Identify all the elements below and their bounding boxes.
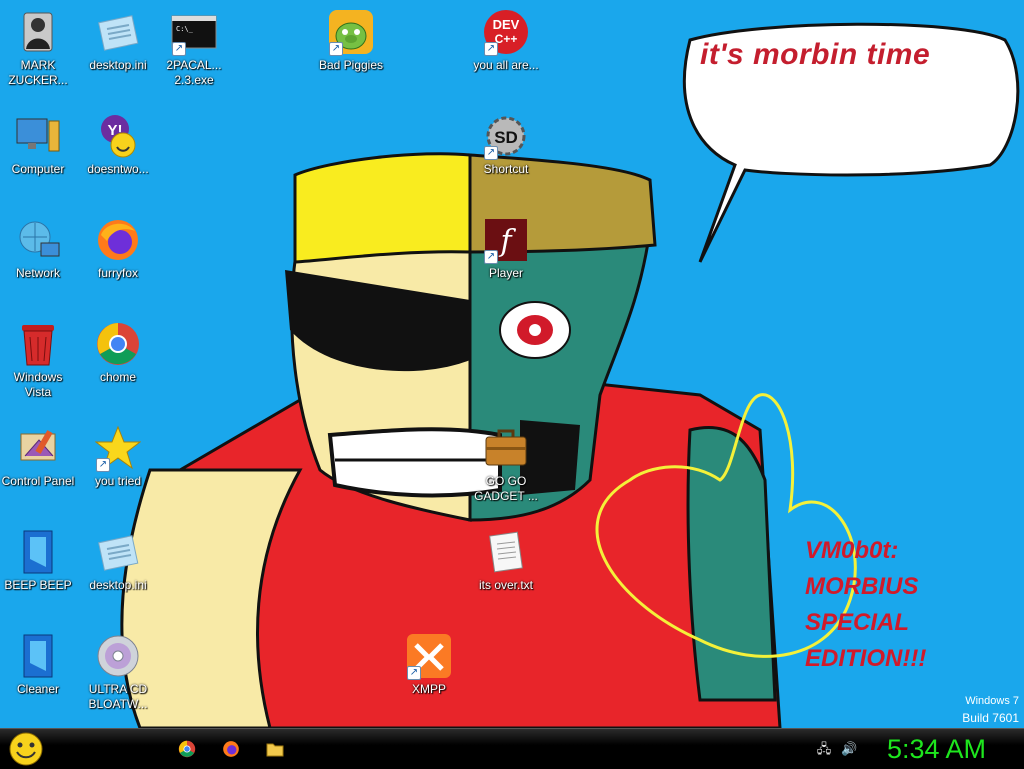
desktop-icon-mark-zucker[interactable]: MARK ZUCKER... [0, 8, 76, 88]
icon-label: chome [99, 370, 137, 384]
shortcut-arrow-icon: ↗ [407, 666, 421, 680]
taskbar-clock[interactable]: 5:34 AM [887, 733, 986, 765]
icon-label: you all are... [473, 58, 539, 72]
chrome-icon [94, 320, 142, 368]
desktop-icon-beep-beep[interactable]: BEEP BEEP [0, 528, 76, 593]
ini-file-icon [94, 8, 142, 56]
star-icon: ↗ [94, 424, 142, 472]
icon-label: you tried [94, 474, 142, 488]
taskbar: 🖧 🔊 5:34 AM [0, 728, 1024, 769]
icon-label: Windows Vista [13, 370, 63, 399]
caption-line: EDITION!!! [805, 645, 927, 672]
desktop-icon-you-tried[interactable]: ↗ you tried [80, 424, 156, 489]
icon-label: Shortcut [483, 162, 529, 176]
desktop-icon-desktop-ini-2[interactable]: desktop.ini [80, 528, 156, 593]
icon-label: MARK ZUCKER... [8, 58, 68, 87]
icon-label: Control Panel [1, 474, 75, 488]
icon-label: Computer [11, 162, 65, 176]
firefox-icon [94, 216, 142, 264]
os-name: Windows 7 [965, 695, 1019, 707]
desktop-icon-windows-vista[interactable]: Windows Vista [0, 320, 76, 400]
svg-text:DEV: DEV [493, 17, 520, 32]
ini-file-icon [94, 528, 142, 576]
desktop-icon-furryfox[interactable]: furryfox [80, 216, 156, 281]
person-icon [14, 8, 62, 56]
speaker-icon[interactable]: 🔊 [841, 741, 857, 757]
xampp-icon: ↗ [405, 632, 453, 680]
desktop-icon-control-panel[interactable]: Control Panel [0, 424, 76, 489]
icon-label: desktop.ini [89, 578, 147, 592]
network-icon [14, 216, 62, 264]
icon-label: furryfox [97, 266, 138, 280]
desktop-icon-bad-piggies[interactable]: ↗ Bad Piggies [313, 8, 389, 73]
desktop-icon-cleaner[interactable]: Cleaner [0, 632, 76, 697]
desktop-icon-you-all-are[interactable]: DEV C++ ↗ you all are... [468, 8, 544, 73]
shortcut-arrow-icon: ↗ [484, 250, 498, 264]
icon-label: BEEP BEEP [4, 578, 72, 592]
icon-label: GO GO GADGET ... [474, 474, 538, 503]
shortcut-arrow-icon: ↗ [484, 146, 498, 160]
windows-version-watermark: Windows 7 Build 7601 [962, 693, 1019, 727]
control-panel-icon [14, 424, 62, 472]
shortcut-arrow-icon: ↗ [329, 42, 343, 56]
caption-line: MORBIUS [805, 573, 919, 600]
blue-panel-icon [14, 528, 62, 576]
chrome-icon [178, 740, 196, 758]
flash-icon: f ↗ [482, 216, 530, 264]
taskbar-chrome[interactable] [175, 737, 199, 761]
yahoo-messenger-icon: Y! [94, 112, 142, 160]
icon-label: desktop.ini [89, 58, 147, 72]
network-tray-icon[interactable]: 🖧 [816, 741, 832, 757]
caption-line: SPECIAL [805, 609, 910, 636]
gear-disc-icon: SD ↗ [482, 112, 530, 160]
desktop-icon-shortcut[interactable]: SD ↗ Shortcut [468, 112, 544, 177]
shortcut-arrow-icon: ↗ [484, 42, 498, 56]
desktop-icon-its-over[interactable]: its over.txt [468, 528, 544, 593]
taskbar-explorer[interactable] [263, 737, 287, 761]
icon-label: Cleaner [16, 682, 60, 696]
icon-label: 2PACAL... 2.3.exe [166, 58, 222, 87]
folder-icon [266, 743, 284, 757]
svg-text:SD: SD [494, 128, 518, 147]
desktop-icon-computer[interactable]: Computer [0, 112, 76, 177]
cd-icon [94, 632, 142, 680]
desktop-icon-desktop-ini[interactable]: desktop.ini [80, 8, 156, 73]
console-icon: C:\_ ↗ [170, 8, 218, 56]
firefox-icon [223, 741, 239, 757]
icon-label: ULTRA CD BLOATW... [88, 682, 148, 711]
computer-icon [14, 112, 62, 160]
svg-text:C++: C++ [495, 32, 518, 46]
text-file-icon [482, 528, 530, 576]
desktop-icon-go-go-gadget[interactable]: GO GO GADGET ... [468, 424, 544, 504]
icon-label: Player [488, 266, 523, 280]
caption-line: VM0b0t: [805, 537, 899, 564]
shortcut-arrow-icon: ↗ [172, 42, 186, 56]
os-build: Build 7601 [962, 711, 1019, 725]
desktop-icon-network[interactable]: Network [0, 216, 76, 281]
svg-text:C:\_: C:\_ [176, 25, 194, 33]
icon-label: Network [15, 266, 60, 280]
desktop-icon-chome[interactable]: chome [80, 320, 156, 385]
pig-icon: ↗ [327, 8, 375, 56]
wallpaper-caption: VM0b0t: MORBIUS SPECIAL EDITION!!! [805, 533, 1005, 677]
recycle-bin-icon [14, 320, 62, 368]
speech-bubble-text: it's morbin time [700, 38, 931, 71]
icon-label: XMPP [411, 682, 446, 696]
desktop-icon-ultra-cd[interactable]: ULTRA CD BLOATW... [80, 632, 156, 712]
dev-cpp-icon: DEV C++ ↗ [482, 8, 530, 56]
shortcut-arrow-icon: ↗ [96, 458, 110, 472]
start-button[interactable] [6, 731, 46, 767]
icon-label: its over.txt [478, 578, 534, 592]
desktop-icon-player[interactable]: f ↗ Player [468, 216, 544, 281]
briefcase-icon [482, 424, 530, 472]
taskbar-firefox[interactable] [219, 737, 243, 761]
desktop-icon-2pacal[interactable]: C:\_ ↗ 2PACAL... 2.3.exe [156, 8, 232, 88]
icon-label: Bad Piggies [318, 58, 384, 72]
icon-label: doesntwo... [87, 162, 149, 176]
desktop-icon-doesntwo[interactable]: Y! doesntwo... [80, 112, 156, 177]
desktop-icon-xmpp[interactable]: ↗ XMPP [391, 632, 467, 697]
smiley-orb-icon [9, 732, 43, 766]
blue-panel-icon [14, 632, 62, 680]
